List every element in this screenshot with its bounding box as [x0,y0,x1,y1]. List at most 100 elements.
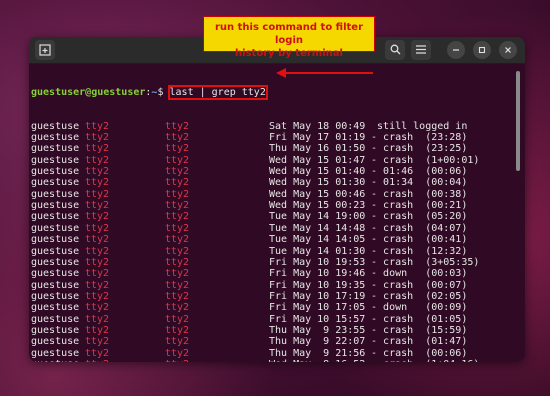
row-tty: tty2 [85,313,110,325]
row-user: guestuse [31,177,80,189]
row-user: guestuse [31,313,80,325]
row-tty: tty2 [85,279,110,291]
row-date: Wed May 15 01:47 [269,154,366,166]
row-date: Wed May 15 01:30 [269,177,366,189]
row-date: Thu May 9 21:56 [269,347,366,359]
output-row: guestuse tty2 tty2 Fri May 10 17:05 - down … [31,302,511,313]
row-date: Wed May 15 00:23 [269,200,366,212]
row-user: guestuse [31,359,79,362]
output-row: guestuse tty2 tty2 Wed May 8 16:52 - crash … [31,359,511,362]
row-status: - crash (15:59) [365,324,468,336]
row-user: guestuse [31,222,80,234]
row-host: tty2 [165,200,190,212]
row-status: - crash (23:25) [365,143,468,155]
scrollbar[interactable] [516,71,520,171]
maximize-icon[interactable] [473,41,491,59]
row-host: tty2 [165,120,190,132]
row-host: tty2 [165,177,190,189]
row-status: - crash (00:21) [365,200,468,212]
output-row: guestuse tty2 tty2 Thu May 9 23:55 - crash … [31,325,511,336]
row-user: guestuse [31,211,80,223]
row-tty: tty2 [85,290,110,302]
row-date: Tue May 14 01:30 [269,245,366,257]
output-row: guestuse tty2 tty2 Fri May 10 19:46 - down … [31,268,511,279]
output-row: guestuse tty2 tty2 Fri May 10 17:19 - crash… [31,291,511,302]
row-tty: tty2 [85,200,110,212]
search-icon[interactable] [385,40,405,60]
terminal-output[interactable]: guestuser@guestuser:~$ last | grep tty2 … [31,64,511,362]
row-host: tty2 [165,143,190,155]
annotation-arrow-head [276,68,286,78]
row-tty: tty2 [85,143,110,155]
row-user: guestuse [31,302,80,314]
row-tty: tty2 [85,256,110,268]
row-tty: tty2 [85,336,110,348]
row-user: guestuse [31,120,80,132]
row-user: guestuse [31,154,80,166]
row-host: tty2 [165,211,190,223]
output-row: guestuse tty2 tty2 Fri May 17 01:19 - crash… [31,132,511,143]
row-tty: tty2 [85,324,110,336]
row-user: guestuse [31,336,80,348]
hamburger-menu-icon[interactable] [411,40,431,60]
annotation-line-2: history by terminal [235,48,343,59]
output-row: guestuse tty2 tty2 Thu May 16 01:50 - crash… [31,143,511,154]
row-date: Thu May 16 01:50 [269,143,366,155]
output-rows: guestuse tty2 tty2 Sat May 18 00:49 still l… [31,121,511,362]
row-user: guestuse [31,200,80,212]
row-host: tty2 [165,336,190,348]
output-row: guestuse tty2 tty2 Wed May 15 00:23 - crash… [31,200,511,211]
row-status: - 01:34 (00:04) [365,177,468,189]
row-host: tty2 [165,222,190,234]
row-host: tty2 [165,256,190,268]
row-host: tty2 [165,347,190,359]
prompt-line: guestuser@guestuser:~$ last | grep tty2 [31,84,511,100]
row-date: Tue May 14 14:48 [269,222,366,234]
row-status: - down (00:09) [365,302,468,314]
row-tty: tty2 [85,120,110,132]
row-status: - crash (01:47) [365,336,468,348]
output-row: guestuse tty2 tty2 Wed May 15 01:40 - 01:46… [31,166,511,177]
row-date: Fri May 10 17:05 [269,302,366,314]
row-user: guestuse [31,143,80,155]
row-status: - crash (12:32) [365,245,468,257]
row-host: tty2 [165,290,190,302]
command-text: last | grep tty2 [167,84,268,100]
terminal-window: guestuser@guestuser:~$ last | grep tty2 … [29,37,525,362]
row-date: Wed May 15 00:46 [269,188,366,200]
row-date: Fri May 10 17:19 [269,290,366,302]
output-row: guestuse tty2 tty2 Tue May 14 14:48 - crash… [31,223,511,234]
row-status: - crash (00:41) [365,234,468,246]
output-row: guestuse tty2 tty2 Thu May 9 21:56 - crash … [31,348,511,359]
row-host: tty2 [165,154,190,166]
row-host: tty2 [165,313,190,325]
output-row: guestuse tty2 tty2 Wed May 15 01:30 - 01:34… [31,177,511,188]
row-tty: tty2 [85,245,110,257]
row-user: guestuse [31,268,80,280]
row-user: guestuse [31,290,80,302]
new-tab-icon[interactable] [35,40,55,60]
row-status: - crash (23:28) [365,132,468,144]
close-icon[interactable] [499,41,517,59]
row-tty: tty2 [85,302,110,314]
row-host: tty2 [165,234,190,246]
row-user: guestuse [31,166,80,178]
row-status: - crash (1+00:01) [365,154,480,166]
row-host: tty2 [165,324,190,336]
row-host: tty2 [165,279,190,291]
row-user: guestuse [31,347,80,359]
row-tty: tty2 [85,188,110,200]
row-date: Fri May 10 19:53 [269,256,366,268]
annotation-line-1: run this command to filter login [214,22,364,46]
row-user: guestuse [31,234,80,246]
output-row: guestuse tty2 tty2 Sat May 18 00:49 still l… [31,121,511,132]
output-row: guestuse tty2 tty2 Wed May 15 01:47 - crash… [31,155,511,166]
row-status: - down (00:03) [365,268,468,280]
row-host: tty2 [165,166,190,178]
row-date: Tue May 14 14:05 [269,234,366,246]
minimize-icon[interactable] [447,41,465,59]
row-user: guestuse [31,279,80,291]
row-date: Thu May 9 23:55 [269,324,366,336]
row-status: - crash (00:38) [365,188,468,200]
row-tty: tty2 [85,268,110,280]
